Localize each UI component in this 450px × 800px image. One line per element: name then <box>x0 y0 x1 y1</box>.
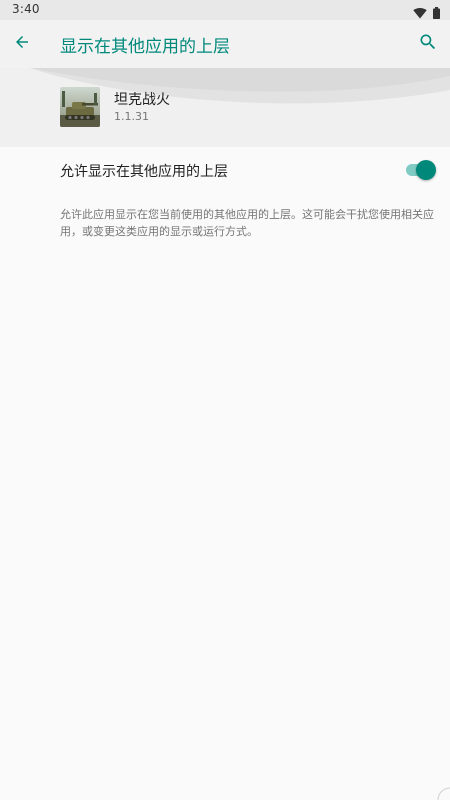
tank-icon <box>60 87 100 127</box>
edge-hint-icon <box>437 787 450 800</box>
app-version: 1.1.31 <box>114 110 149 123</box>
page-title: 显示在其他应用的上层 <box>60 37 230 57</box>
overlay-permission-row[interactable]: 允许显示在其他应用的上层 <box>0 148 450 192</box>
screen: 3:40 显示在其他应用的上层 坦克战火 1.1.31 允许显示在其他应用的上层… <box>0 0 450 800</box>
search-button[interactable] <box>416 32 440 56</box>
app-bar: 显示在其他应用的上层 <box>0 20 450 68</box>
search-icon <box>418 32 438 56</box>
status-time: 3:40 <box>12 2 40 16</box>
app-info-header: 坦克战火 1.1.31 <box>0 68 450 147</box>
app-icon <box>60 87 100 127</box>
permission-description: 允许此应用显示在您当前使用的其他应用的上层。这可能会干扰您使用相关应用，或变更这… <box>60 208 434 238</box>
overlay-permission-label: 允许显示在其他应用的上层 <box>60 164 228 180</box>
app-name: 坦克战火 <box>114 92 170 108</box>
arrow-back-icon <box>13 33 31 55</box>
toggle-thumb <box>416 160 436 180</box>
back-button[interactable] <box>10 32 34 56</box>
overlay-permission-toggle[interactable] <box>406 160 436 180</box>
status-bar: 3:40 <box>0 0 450 20</box>
